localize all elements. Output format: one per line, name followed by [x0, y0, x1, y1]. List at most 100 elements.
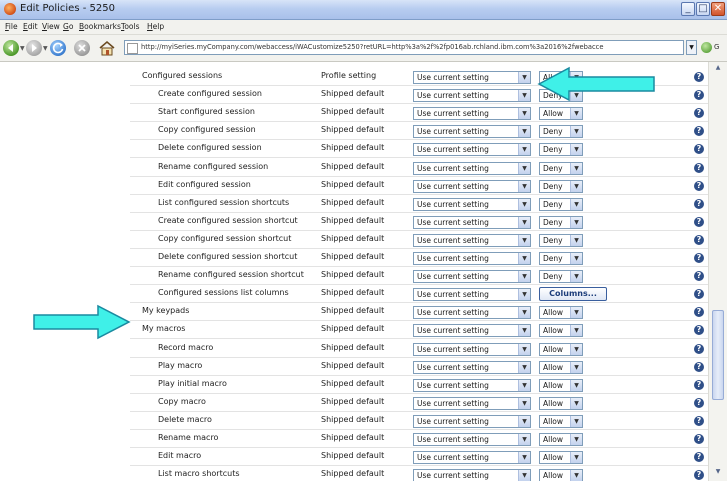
columns-button[interactable]: Columns... [539, 287, 607, 302]
permission-select[interactable]: Allow ▼ [539, 378, 583, 392]
help-icon[interactable]: ? [694, 452, 704, 463]
menu-edit[interactable]: Edit [23, 22, 38, 31]
go-label[interactable]: G [714, 43, 719, 51]
back-icon[interactable] [3, 40, 19, 56]
back-history-dropdown-icon[interactable]: ▼ [20, 45, 25, 52]
chevron-down-icon[interactable]: ▼ [518, 325, 530, 337]
help-icon[interactable]: ? [694, 397, 704, 408]
chevron-down-icon[interactable]: ▼ [570, 307, 582, 319]
forward-history-dropdown-icon[interactable]: ▼ [43, 45, 48, 52]
chevron-down-icon[interactable]: ▼ [570, 470, 582, 481]
help-icon[interactable]: ? [694, 379, 704, 390]
chevron-down-icon[interactable]: ▼ [570, 434, 582, 445]
help-icon[interactable]: ? [694, 198, 704, 209]
help-icon[interactable]: ? [694, 108, 704, 119]
help-icon[interactable]: ? [694, 289, 704, 300]
chevron-down-icon[interactable]: ▼ [570, 361, 582, 373]
help-icon[interactable]: ? [694, 343, 704, 354]
menu-bookmarks[interactable]: Bookmarks [79, 22, 121, 31]
chevron-down-icon[interactable]: ▼ [570, 325, 582, 337]
help-icon[interactable]: ? [694, 253, 704, 263]
setting-select[interactable]: Use current setting ▼ [413, 342, 531, 356]
chevron-down-icon[interactable]: ▼ [518, 415, 530, 427]
setting-select[interactable]: Use current setting ▼ [413, 288, 531, 302]
help-icon[interactable]: ? [694, 90, 704, 101]
setting-select[interactable]: Use current setting ▼ [413, 396, 531, 410]
permission-select[interactable]: Deny ▼ [539, 161, 583, 175]
setting-select[interactable]: Use current setting ▼ [413, 197, 531, 211]
chevron-down-icon[interactable]: ▼ [518, 180, 530, 192]
permission-select[interactable]: Deny ▼ [539, 143, 583, 157]
permission-select[interactable]: Allow ▼ [539, 107, 583, 121]
setting-select[interactable]: Use current setting ▼ [413, 233, 531, 247]
chevron-down-icon[interactable]: ▼ [518, 144, 530, 156]
setting-select[interactable]: Use current setting ▼ [413, 270, 531, 284]
chevron-down-icon[interactable]: ▼ [518, 234, 530, 246]
chevron-down-icon[interactable]: ▼ [570, 379, 582, 391]
home-icon[interactable] [98, 40, 116, 56]
address-bar[interactable]: http://myiSeries.myCompany.com/webaccess… [124, 40, 684, 55]
help-icon[interactable]: ? [694, 234, 704, 245]
menu-file[interactable]: File [5, 22, 18, 31]
permission-select[interactable]: Deny ▼ [539, 252, 583, 265]
chevron-down-icon[interactable]: ▼ [570, 216, 582, 228]
minimize-button[interactable]: _ [681, 2, 695, 16]
scrollbar-thumb[interactable] [712, 310, 724, 400]
help-icon[interactable]: ? [694, 126, 704, 137]
chevron-down-icon[interactable]: ▼ [518, 216, 530, 228]
forward-icon[interactable] [26, 40, 42, 56]
permission-select[interactable]: Allow ▼ [539, 433, 583, 446]
menu-go[interactable]: Go [63, 22, 73, 31]
permission-select[interactable]: Deny ▼ [539, 233, 583, 247]
help-icon[interactable]: ? [694, 162, 704, 173]
chevron-down-icon[interactable]: ▼ [570, 108, 582, 120]
help-icon[interactable]: ? [694, 361, 704, 372]
chevron-down-icon[interactable]: ▼ [570, 271, 582, 283]
chevron-down-icon[interactable]: ▼ [570, 198, 582, 210]
scroll-up-icon[interactable]: ▲ [712, 64, 724, 74]
setting-select[interactable]: Use current setting ▼ [413, 252, 531, 265]
chevron-down-icon[interactable]: ▼ [518, 126, 530, 138]
chevron-down-icon[interactable]: ▼ [570, 452, 582, 464]
permission-select[interactable]: Allow ▼ [539, 396, 583, 410]
setting-select[interactable]: Use current setting ▼ [413, 306, 531, 320]
permission-select[interactable]: Deny ▼ [539, 270, 583, 284]
chevron-down-icon[interactable]: ▼ [518, 307, 530, 319]
setting-select[interactable]: Use current setting ▼ [413, 143, 531, 157]
address-text[interactable]: http://myiSeries.myCompany.com/webaccess… [141, 43, 679, 51]
permission-select[interactable]: Allow ▼ [539, 324, 583, 338]
chevron-down-icon[interactable]: ▼ [570, 415, 582, 427]
chevron-down-icon[interactable]: ▼ [518, 253, 530, 264]
chevron-down-icon[interactable]: ▼ [518, 343, 530, 355]
permission-select[interactable]: Allow ▼ [539, 342, 583, 356]
setting-select[interactable]: Use current setting ▼ [413, 360, 531, 374]
chevron-down-icon[interactable]: ▼ [570, 180, 582, 192]
permission-select[interactable]: Allow ▼ [539, 360, 583, 374]
setting-select[interactable]: Use current setting ▼ [413, 161, 531, 175]
chevron-down-icon[interactable]: ▼ [518, 271, 530, 283]
setting-select[interactable]: Use current setting ▼ [413, 179, 531, 193]
help-icon[interactable]: ? [694, 434, 704, 444]
go-icon[interactable] [701, 42, 712, 53]
permission-select[interactable]: Deny ▼ [539, 125, 583, 139]
chevron-down-icon[interactable]: ▼ [570, 234, 582, 246]
setting-select[interactable]: Use current setting ▼ [413, 451, 531, 465]
permission-select[interactable]: Allow ▼ [539, 414, 583, 428]
setting-select[interactable]: Use current setting ▼ [413, 324, 531, 338]
help-icon[interactable]: ? [694, 415, 704, 426]
chevron-down-icon[interactable]: ▼ [518, 434, 530, 445]
scroll-down-icon[interactable]: ▼ [712, 468, 724, 478]
maximize-button[interactable]: □ [696, 2, 710, 16]
setting-select[interactable]: Use current setting ▼ [413, 414, 531, 428]
setting-select[interactable]: Use current setting ▼ [413, 378, 531, 392]
setting-select[interactable]: Use current setting ▼ [413, 215, 531, 229]
chevron-down-icon[interactable]: ▼ [570, 397, 582, 409]
chevron-down-icon[interactable]: ▼ [518, 198, 530, 210]
help-icon[interactable]: ? [694, 325, 704, 336]
setting-select[interactable]: Use current setting ▼ [413, 71, 531, 84]
help-icon[interactable]: ? [694, 216, 704, 227]
chevron-down-icon[interactable]: ▼ [570, 253, 582, 264]
help-icon[interactable]: ? [694, 271, 704, 282]
chevron-down-icon[interactable]: ▼ [518, 361, 530, 373]
chevron-down-icon[interactable]: ▼ [518, 397, 530, 409]
